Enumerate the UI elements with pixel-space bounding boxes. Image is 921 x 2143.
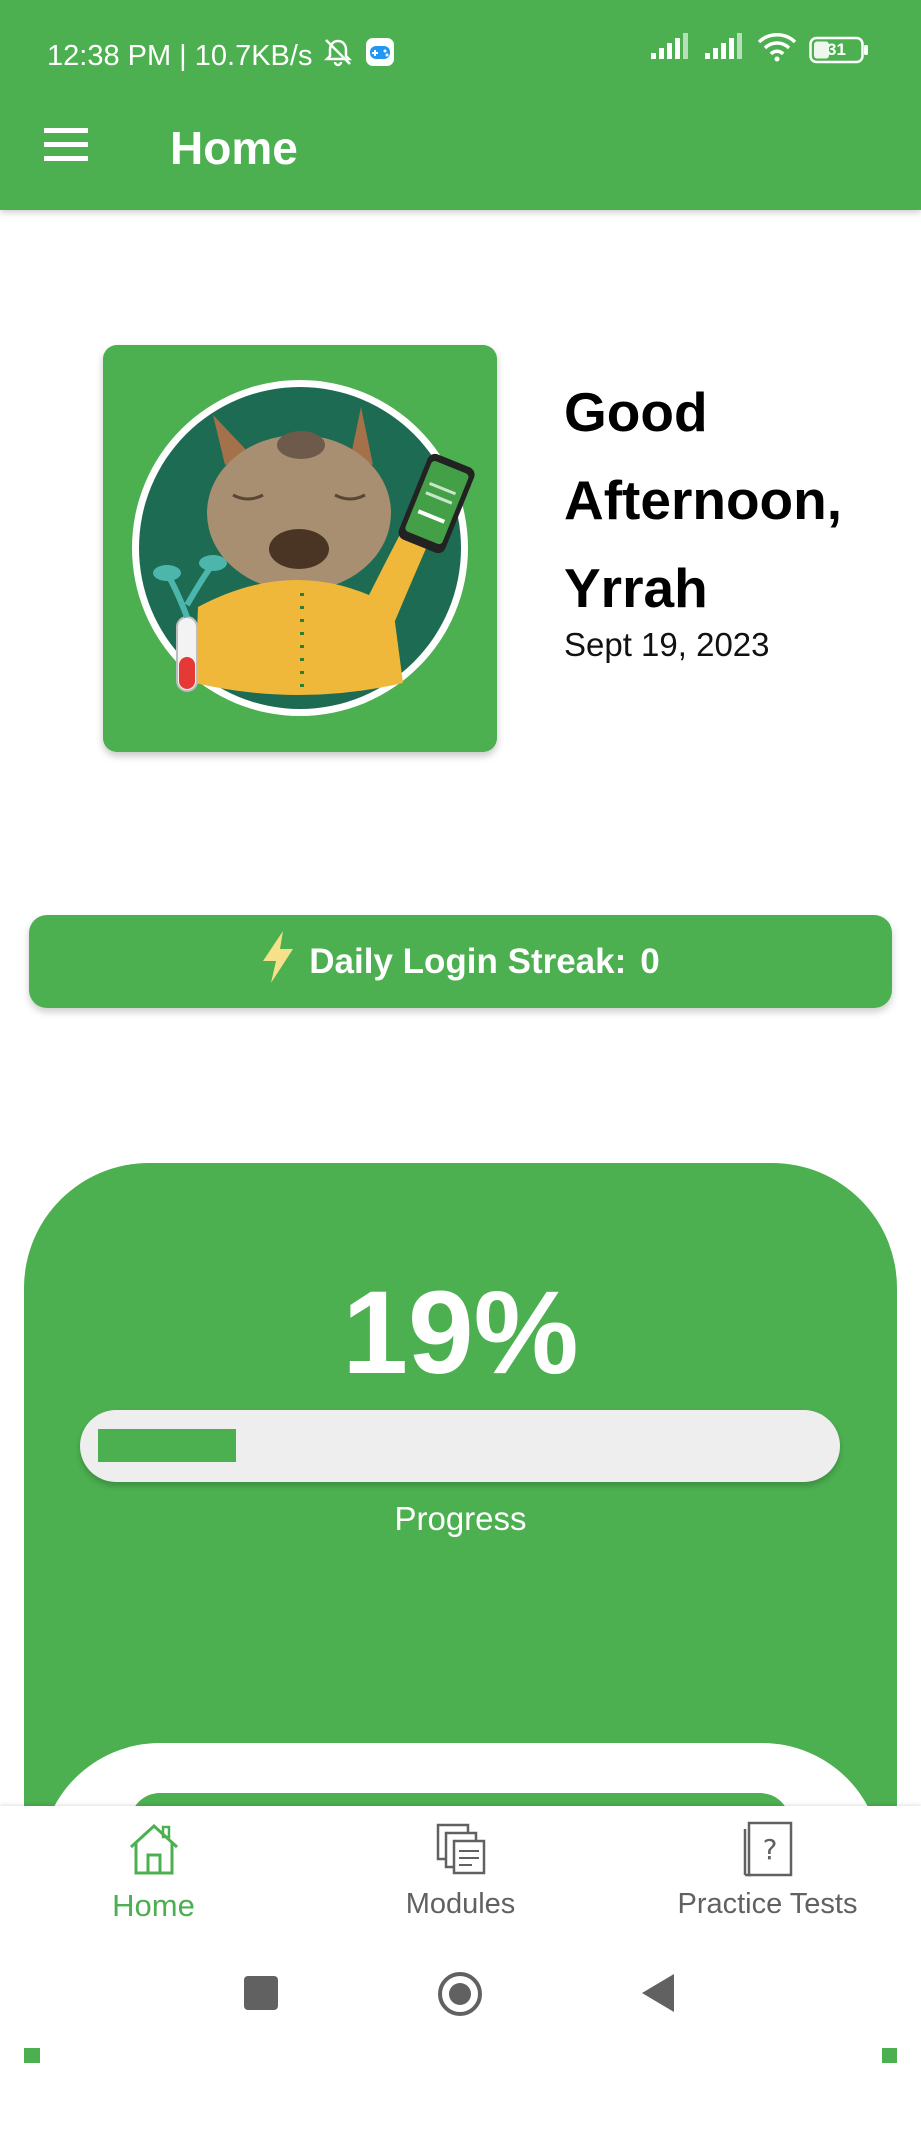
nav-label-home: Home [112,1888,195,1923]
status-bar-left: 12:38 PM | 10.7KB/s [47,36,396,76]
modules-icon [432,1820,490,1878]
progress-bar-fill [98,1429,236,1462]
mascot-avatar-icon [132,380,475,716]
svg-text:?: ? [762,1833,777,1866]
app-bar: 12:38 PM | 10.7KB/s 31 Home [0,0,921,210]
nav-label-practice-tests: Practice Tests [677,1888,858,1920]
nav-item-modules[interactable]: Modules [307,1806,614,1946]
battery-icon: 31 [809,36,869,64]
status-bar-right: 31 [649,32,869,67]
home-system-button[interactable] [436,1970,484,2023]
silent-bell-icon [322,36,354,76]
greeting: Good Afternoon, Yrrah [564,368,904,632]
back-triangle-icon [642,1974,674,2012]
daily-streak-banner[interactable]: Daily Login Streak: 0 [29,915,892,1008]
hamburger-icon [44,128,88,161]
avatar [103,345,497,752]
nav-label-modules: Modules [405,1888,516,1920]
signal-icon [703,33,745,66]
streak-label: Daily Login Streak: [309,941,627,981]
greeting-line: Good [564,381,708,443]
circle-home-icon [438,1972,482,2016]
user-name: Yrrah [564,557,708,619]
menu-button[interactable] [40,124,92,166]
nav-item-home[interactable]: Home [0,1806,307,1946]
practice-tests-icon: ? [739,1820,797,1878]
nav-item-practice-tests[interactable]: ? Practice Tests [614,1806,921,1946]
game-controller-icon [364,36,396,76]
progress-percent: 19% [342,1267,579,1399]
system-navigation-bar [0,1946,921,2048]
status-time: 12:38 PM | 10.7KB/s [47,39,313,72]
greeting-line: Afternoon, [564,469,843,531]
back-button[interactable] [640,1972,676,2019]
wifi-icon [757,32,797,67]
progress-bar [80,1410,840,1482]
square-icon [244,1976,278,2010]
page-title: Home [170,122,298,174]
progress-label: Progress [394,1500,527,1537]
current-date: Sept 19, 2023 [564,626,770,663]
recent-apps-button[interactable] [244,1972,278,2017]
lightning-icon [261,931,295,992]
signal-icon [649,33,691,66]
home-icon [125,1820,183,1878]
streak-count: 0 [640,941,660,981]
battery-level: 31 [827,39,846,59]
bottom-navigation: Home Modules ? Practice Tests [0,1806,921,1946]
